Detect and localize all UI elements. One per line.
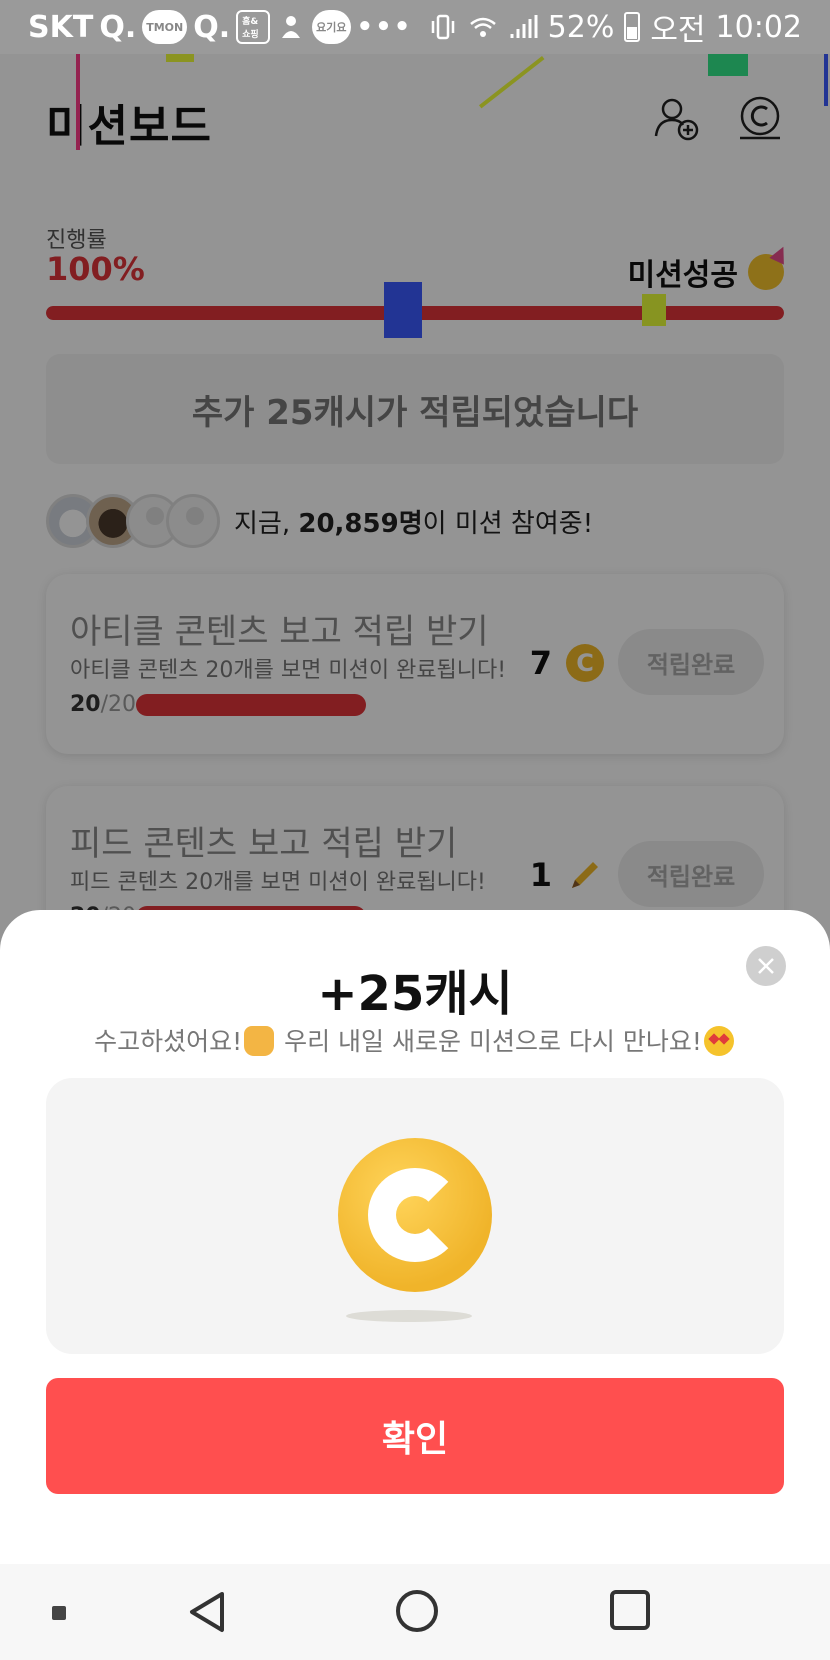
reward-title: +25캐시 bbox=[317, 966, 513, 1022]
cash-coin-icon bbox=[338, 1138, 492, 1292]
coin-illustration-box bbox=[46, 1078, 784, 1354]
carrier-label: SKT bbox=[28, 9, 94, 45]
signal-icon bbox=[510, 15, 538, 38]
coin-c-mark bbox=[368, 1168, 462, 1262]
notification-q2-icon: Q. bbox=[193, 9, 231, 45]
wifi-icon bbox=[469, 17, 496, 37]
coin-shadow bbox=[346, 1310, 472, 1322]
recent-apps-icon[interactable] bbox=[610, 1590, 650, 1630]
back-icon[interactable] bbox=[186, 1590, 230, 1634]
app-notification-icon bbox=[282, 16, 301, 38]
reward-subtitle: 수고하셨어요! 우리 내일 새로운 미션으로 다시 만나요! bbox=[0, 1022, 830, 1058]
home-icon[interactable] bbox=[396, 1590, 438, 1632]
reward-sheet: +25캐시 수고하셨어요! 우리 내일 새로운 미션으로 다시 만나요! 확인 bbox=[0, 910, 830, 1564]
thumbs-up-icon bbox=[244, 1026, 275, 1056]
notification-q-icon: Q. bbox=[99, 9, 137, 45]
clock: 10:02 bbox=[715, 9, 802, 45]
yogiyo-icon: 요기요 bbox=[312, 10, 351, 44]
battery-percent: 52% bbox=[547, 9, 615, 45]
confirm-button[interactable]: 확인 bbox=[46, 1378, 784, 1494]
more-notifications-icon: ••• bbox=[356, 12, 413, 42]
navigation-bar bbox=[0, 1564, 830, 1660]
reward-subtitle-b: 우리 내일 새로운 미션으로 다시 만나요! bbox=[276, 1027, 702, 1056]
home-shopping-icon: 홈&쇼핑 bbox=[236, 10, 271, 44]
tmon-icon: TMON bbox=[142, 10, 188, 44]
battery-icon bbox=[624, 12, 641, 42]
reward-subtitle-a: 수고하셨어요! bbox=[94, 1027, 243, 1056]
star-struck-icon bbox=[703, 1026, 734, 1056]
time-ampm: 오전 bbox=[650, 13, 706, 48]
status-bar: SKT Q. TMON Q. 홈&쇼핑 요기요 ••• 52% 오전 10:02 bbox=[0, 0, 830, 54]
vibrate-icon bbox=[431, 14, 454, 40]
nav-indicator-icon[interactable] bbox=[52, 1606, 66, 1620]
